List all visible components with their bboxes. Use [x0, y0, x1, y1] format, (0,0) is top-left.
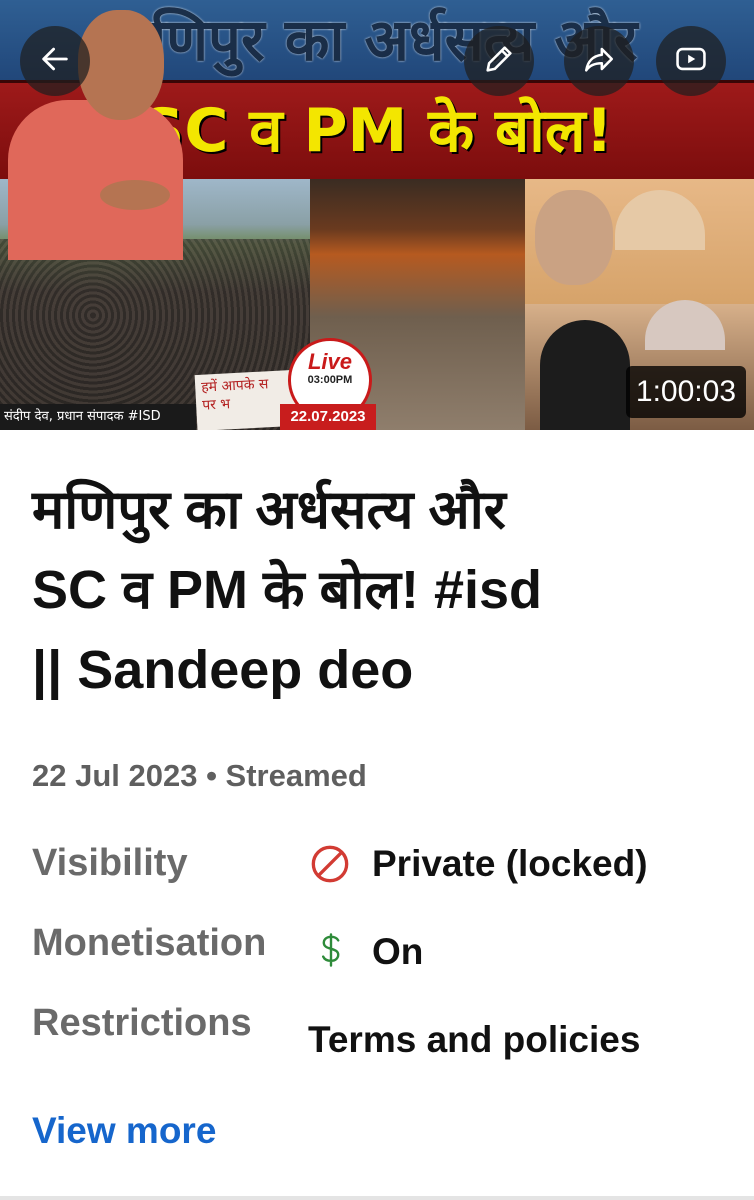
- thumbnail-caption: संदीप देव, प्रधान संपादक #ISD: [0, 404, 196, 430]
- video-title-line-2: SC व PM के बोल! #isd: [32, 560, 542, 620]
- watch-on-youtube-button[interactable]: [656, 26, 726, 96]
- video-meta: 22 Jul 2023 • Streamed: [32, 758, 367, 793]
- video-title-line-3: || Sandeep deo: [32, 640, 414, 700]
- restrictions-label: Restrictions: [32, 1002, 252, 1044]
- pm-portrait: [535, 190, 613, 285]
- video-thumbnail[interactable]: मणिपुर का अर्धसत्य और SC व PM के बोल! हम…: [0, 0, 754, 430]
- share-arrow-icon: [582, 42, 616, 81]
- divider: [0, 1196, 754, 1200]
- monetisation-value[interactable]: On: [372, 931, 423, 973]
- live-time: 03:00PM: [307, 374, 353, 386]
- thumbnail-date: 22.07.2023: [280, 404, 376, 430]
- visibility-value[interactable]: Private (locked): [372, 843, 648, 885]
- visibility-label: Visibility: [32, 842, 188, 884]
- dollar-icon: [314, 928, 348, 972]
- share-button[interactable]: [564, 26, 634, 96]
- duration-badge: 1:00:03: [625, 366, 746, 418]
- judge-figure: [540, 320, 630, 430]
- youtube-play-icon: [674, 42, 708, 81]
- pencil-icon: [482, 42, 516, 81]
- arrow-left-icon: [38, 42, 72, 81]
- edit-button[interactable]: [464, 26, 534, 96]
- monetisation-label: Monetisation: [32, 922, 267, 964]
- no-entry-icon: [308, 842, 352, 886]
- video-title-line-1: मणिपुर का अर्धसत्य और: [32, 480, 506, 540]
- back-button[interactable]: [20, 26, 90, 96]
- video-title: मणिपुर का अर्धसत्य और SC व PM के बोल! #i…: [32, 470, 732, 710]
- view-more-link[interactable]: View more: [32, 1110, 216, 1152]
- live-word: Live: [307, 349, 353, 374]
- restrictions-value[interactable]: Terms and policies: [308, 1019, 640, 1061]
